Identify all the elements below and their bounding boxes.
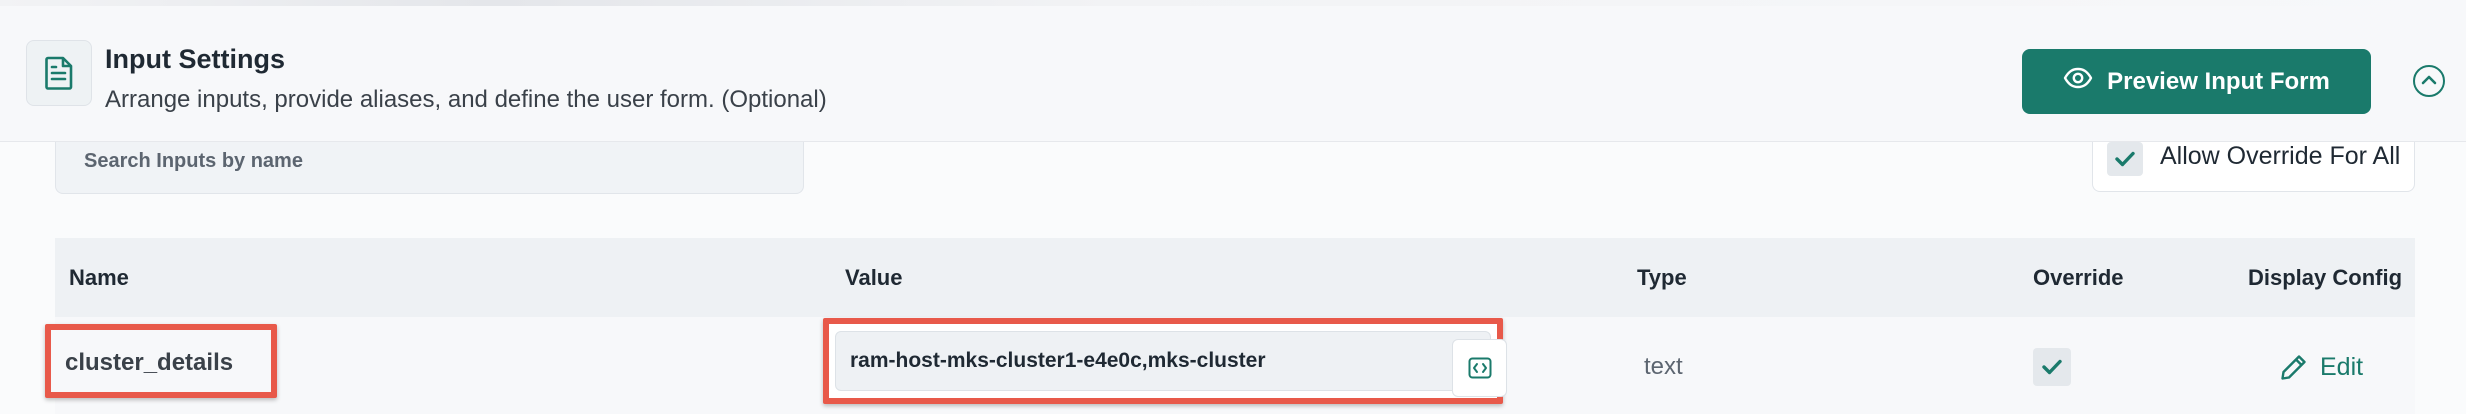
input-value-cell: ram-host-mks-cluster1-e4e0c,mks-cluster: [823, 318, 1503, 404]
input-value-text: ram-host-mks-cluster1-e4e0c,mks-cluster: [850, 349, 1266, 372]
search-inputs-field[interactable]: Search Inputs by name: [55, 142, 804, 194]
column-header-value: Value: [845, 265, 903, 290]
input-name-cell: cluster_details: [45, 324, 277, 398]
eye-icon: [2063, 67, 2093, 96]
table-header-row: Name Value Type Override Display Config: [55, 238, 2415, 317]
checkmark-icon: [2042, 359, 2062, 375]
page-subtitle: Arrange inputs, provide aliases, and def…: [105, 86, 827, 113]
allow-override-all-toggle[interactable]: Allow Override For All: [2092, 142, 2415, 192]
preview-button-label: Preview Input Form: [2107, 67, 2330, 95]
input-value-field[interactable]: ram-host-mks-cluster1-e4e0c,mks-cluster: [835, 331, 1491, 391]
panel-header: Input Settings Arrange inputs, provide a…: [0, 6, 2466, 142]
column-header-type: Type: [1637, 265, 1687, 290]
pencil-icon: [2281, 355, 2306, 380]
edit-label: Edit: [2320, 352, 2364, 381]
column-header-display-config: Display Config: [2248, 265, 2403, 290]
page-title: Input Settings: [105, 44, 285, 74]
chevron-up-icon: [2421, 72, 2437, 90]
column-header-override: Override: [2033, 265, 2124, 290]
checkmark-icon: [2115, 151, 2135, 167]
override-checkbox[interactable]: [2033, 348, 2071, 386]
input-type: text: [1644, 353, 1683, 380]
allow-override-label: Allow Override For All: [2160, 142, 2401, 170]
document-icon: [26, 40, 92, 106]
search-placeholder: Search Inputs by name: [84, 150, 303, 172]
edit-display-config-button[interactable]: Edit: [2280, 350, 2363, 384]
collapse-panel-button[interactable]: [2413, 65, 2445, 97]
code-icon: [1468, 357, 1491, 379]
allow-override-checkbox[interactable]: [2107, 142, 2143, 176]
code-editor-button[interactable]: [1452, 339, 1507, 397]
input-name: cluster_details: [65, 349, 234, 376]
input-settings-panel: Input Settings Arrange inputs, provide a…: [0, 0, 2466, 414]
column-header-name: Name: [69, 265, 129, 290]
preview-input-form-button[interactable]: Preview Input Form: [2022, 49, 2371, 114]
